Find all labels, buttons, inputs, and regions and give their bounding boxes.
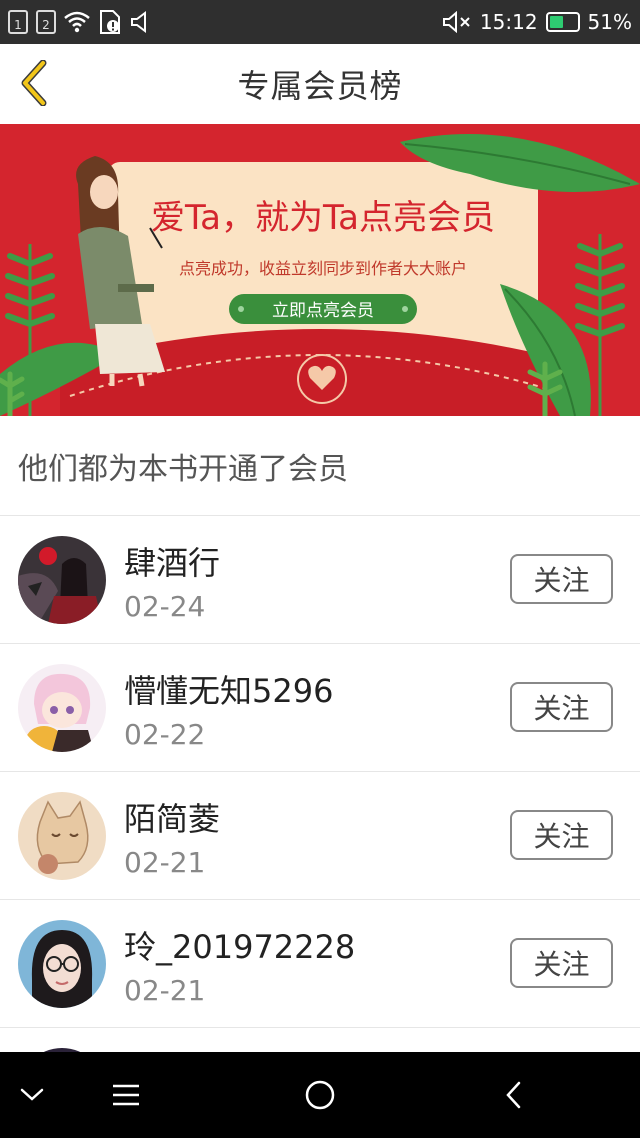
top-bar: 专属会员榜 xyxy=(0,44,640,124)
list-item[interactable]: 陌简菱 02-21 关注 xyxy=(0,772,640,900)
battery-icon xyxy=(545,12,580,32)
battery-level xyxy=(549,16,563,28)
battery-percent: 51% xyxy=(587,10,632,34)
status-bar: 1 2 15:12 51% xyxy=(0,0,640,44)
sim-1-icon: 1 xyxy=(8,10,28,34)
follow-button[interactable]: 关注 xyxy=(510,682,613,732)
avatar[interactable] xyxy=(18,920,106,1008)
home-circle-icon xyxy=(305,1080,335,1110)
menu-button[interactable] xyxy=(103,1072,149,1118)
member-name: 玲_201972228 xyxy=(124,928,356,966)
member-date: 02-21 xyxy=(124,846,206,879)
sd-card-icon xyxy=(100,10,120,34)
avatar[interactable] xyxy=(18,536,106,624)
section-header: 他们都为本书开通了会员 xyxy=(0,416,640,516)
section-title: 他们都为本书开通了会员 xyxy=(18,451,348,487)
mute-icon xyxy=(442,11,470,33)
banner-graphic: 爱Ta，就为Ta点亮会员 点亮成功，收益立刻同步到作者大大账户 立即点亮会员 xyxy=(0,124,640,416)
member-name: 陌简菱 xyxy=(124,800,221,838)
volume-icon xyxy=(131,11,146,33)
page-title: 专属会员榜 xyxy=(237,67,403,105)
hide-nav-button[interactable] xyxy=(9,1072,55,1118)
menu-icon xyxy=(113,1084,139,1106)
follow-button[interactable]: 关注 xyxy=(510,938,613,988)
chevron-left-icon xyxy=(21,60,47,106)
chevron-down-icon xyxy=(20,1088,44,1101)
member-date: 02-24 xyxy=(124,590,206,623)
follow-button[interactable]: 关注 xyxy=(510,554,613,604)
banner-cta-label: 立即点亮会员 xyxy=(272,301,374,321)
banner-headline: 爱Ta，就为Ta点亮会员 xyxy=(151,198,495,238)
member-list: 肆酒行 02-24 关注 懵懂无知5296 02-22 关注 陌简菱 02-21… xyxy=(0,516,640,1138)
list-item[interactable]: 玲_201972228 02-21 关注 xyxy=(0,900,640,1028)
wifi-icon xyxy=(64,11,90,33)
member-name: 懵懂无知5296 xyxy=(124,672,334,710)
system-back-button[interactable] xyxy=(490,1072,536,1118)
home-button[interactable] xyxy=(297,1072,343,1118)
member-date: 02-22 xyxy=(124,718,206,751)
follow-button[interactable]: 关注 xyxy=(510,810,613,860)
avatar[interactable] xyxy=(18,792,106,880)
back-button[interactable] xyxy=(14,58,54,108)
sim-2-icon: 2 xyxy=(36,10,56,34)
promo-banner[interactable]: 爱Ta，就为Ta点亮会员 点亮成功，收益立刻同步到作者大大账户 立即点亮会员 xyxy=(0,124,640,416)
clock: 15:12 xyxy=(479,10,538,34)
app: 1 2 15:12 51% 专属会员榜 爱Ta，就为Ta点亮会员 点亮成功，收益… xyxy=(0,0,640,1138)
member-date: 02-21 xyxy=(124,974,206,1007)
navigation-bar xyxy=(0,1052,640,1138)
banner-subline: 点亮成功，收益立刻同步到作者大大账户 xyxy=(179,259,467,278)
back-icon xyxy=(506,1081,521,1109)
list-item[interactable]: 肆酒行 02-24 关注 xyxy=(0,516,640,644)
member-name: 肆酒行 xyxy=(124,544,221,582)
avatar[interactable] xyxy=(18,664,106,752)
list-item[interactable]: 懵懂无知5296 02-22 关注 xyxy=(0,644,640,772)
